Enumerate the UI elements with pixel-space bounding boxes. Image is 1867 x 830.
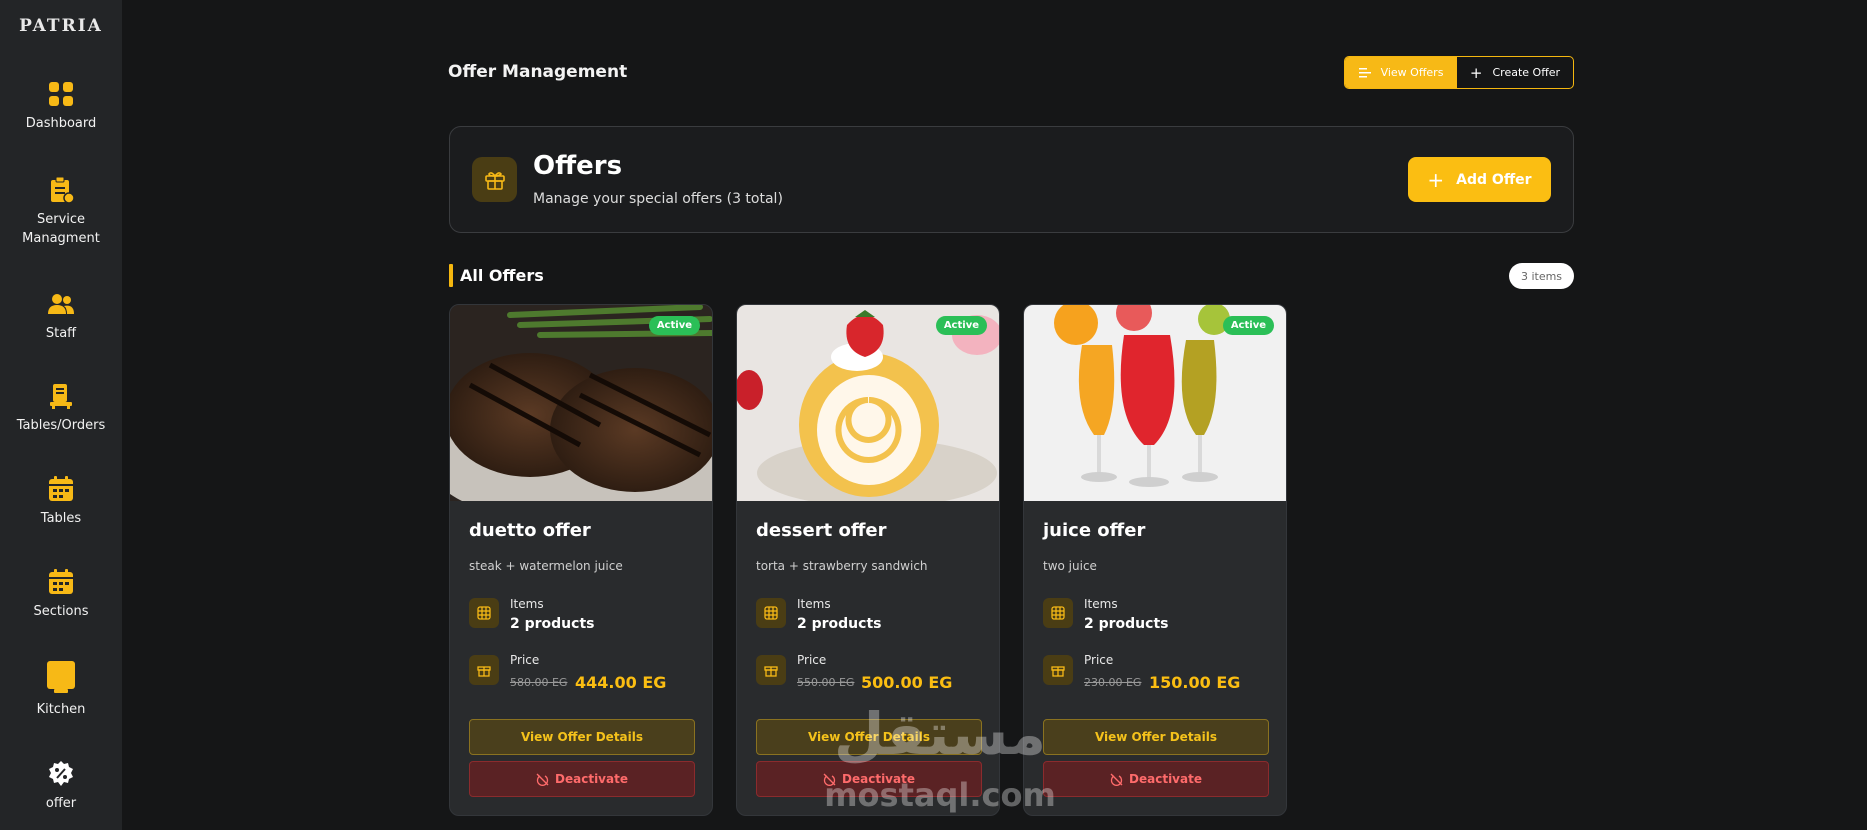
plus-icon: +: [1469, 63, 1483, 82]
view-offers-label: View Offers: [1380, 66, 1444, 79]
items-label: Items: [797, 597, 831, 611]
grid-icon: [756, 598, 786, 628]
status-badge: Active: [1222, 316, 1274, 335]
price-label: Price: [1084, 653, 1114, 667]
calendar-icon: [49, 476, 73, 501]
offer-title: duetto offer: [469, 520, 591, 541]
deactivate-button[interactable]: Deactivate: [1043, 761, 1269, 797]
add-offer-button[interactable]: + Add Offer: [1408, 157, 1551, 202]
gift-icon: [469, 655, 499, 685]
dashboard-icon: [49, 82, 73, 106]
clipboard-icon: [51, 176, 75, 204]
sidebar-item-label: Kitchen: [36, 702, 86, 717]
items-value: 2 products: [1084, 616, 1169, 632]
list-icon: [1358, 67, 1371, 77]
sidebar-item-dashboard[interactable]: Dashboard: [0, 80, 122, 133]
sidebar: PATRIA Dashboard Service Managment Staff…: [0, 0, 122, 830]
old-price: 230.00 EG: [1084, 676, 1142, 689]
deactivate-label: Deactivate: [842, 772, 915, 786]
percent-badge-icon: [49, 761, 73, 786]
offer-description: steak + watermelon juice: [469, 559, 623, 573]
power-off-icon: [536, 773, 549, 786]
offer-description: two juice: [1043, 559, 1097, 573]
section-title: All Offers: [460, 266, 544, 285]
sidebar-item-label: Service Managment: [22, 212, 100, 246]
section-accent-bar: [449, 264, 453, 287]
gift-icon-container: [472, 157, 517, 202]
sidebar-item-tables[interactable]: Tables: [0, 475, 122, 528]
status-badge: Active: [648, 316, 700, 335]
grid-icon: [469, 598, 499, 628]
view-toggle: View Offers + Create Offer: [1344, 56, 1574, 89]
price-label: Price: [510, 653, 540, 667]
staff-icon: [48, 294, 74, 314]
sidebar-item-label: Tables: [40, 511, 82, 526]
kitchen-icon: [47, 661, 75, 693]
old-price: 550.00 EG: [797, 676, 855, 689]
new-price: 444.00 EG: [575, 673, 667, 692]
sidebar-item-staff[interactable]: Staff: [0, 290, 122, 343]
status-badge: Active: [935, 316, 987, 335]
offers-subtitle: Manage your special offers (3 total): [533, 191, 783, 207]
create-offer-button[interactable]: + Create Offer: [1457, 57, 1573, 88]
new-price: 500.00 EG: [861, 673, 953, 692]
sidebar-item-label: offer: [45, 796, 77, 811]
offer-description: torta + strawberry sandwich: [756, 559, 928, 573]
offer-card: Active duetto offer steak + watermelon j…: [449, 304, 713, 816]
app-logo[interactable]: PATRIA: [0, 16, 122, 36]
offer-title: dessert offer: [756, 520, 887, 541]
view-offer-details-button[interactable]: View Offer Details: [756, 719, 982, 755]
sidebar-item-label: Dashboard: [25, 116, 97, 131]
offer-title: juice offer: [1043, 520, 1146, 541]
deactivate-button[interactable]: Deactivate: [469, 761, 695, 797]
view-offer-details-button[interactable]: View Offer Details: [469, 719, 695, 755]
plus-icon: +: [1427, 167, 1445, 192]
items-label: Items: [1084, 597, 1118, 611]
grid-icon: [1043, 598, 1073, 628]
sidebar-item-label: Staff: [45, 326, 77, 341]
offers-header-card: Offers Manage your special offers (3 tot…: [449, 126, 1574, 233]
items-label: Items: [510, 597, 544, 611]
sidebar-item-service-managment[interactable]: Service Managment: [0, 176, 122, 248]
offer-card: Active dessert offer torta + strawberry …: [736, 304, 1000, 816]
old-price: 580.00 EG: [510, 676, 568, 689]
sidebar-item-offer[interactable]: offer: [0, 760, 122, 813]
new-price: 150.00 EG: [1149, 673, 1241, 692]
tables-orders-icon: [50, 384, 72, 409]
calendar-icon: [49, 569, 73, 594]
power-off-icon: [1110, 773, 1123, 786]
sidebar-item-label: Sections: [33, 604, 89, 619]
offers-title: Offers: [533, 151, 623, 181]
gift-icon: [756, 655, 786, 685]
view-offer-details-button[interactable]: View Offer Details: [1043, 719, 1269, 755]
price-label: Price: [797, 653, 827, 667]
sidebar-item-tables-orders[interactable]: Tables/Orders: [0, 382, 122, 435]
items-value: 2 products: [797, 616, 882, 632]
sidebar-item-sections[interactable]: Sections: [0, 568, 122, 621]
create-offer-label: Create Offer: [1492, 66, 1561, 79]
sidebar-item-label: Tables/Orders: [16, 418, 106, 433]
items-value: 2 products: [510, 616, 595, 632]
deactivate-label: Deactivate: [1129, 772, 1202, 786]
deactivate-label: Deactivate: [555, 772, 628, 786]
items-count-badge: 3 items: [1509, 263, 1574, 289]
add-offer-label: Add Offer: [1456, 171, 1532, 188]
view-offers-button[interactable]: View Offers: [1345, 57, 1457, 88]
gift-icon: [484, 171, 505, 190]
sidebar-item-kitchen[interactable]: Kitchen: [0, 660, 122, 719]
power-off-icon: [823, 773, 836, 786]
deactivate-button[interactable]: Deactivate: [756, 761, 982, 797]
offer-card: Active juice offer two juice Items 2 pro…: [1023, 304, 1287, 816]
gift-icon: [1043, 655, 1073, 685]
page-title: Offer Management: [448, 62, 628, 82]
